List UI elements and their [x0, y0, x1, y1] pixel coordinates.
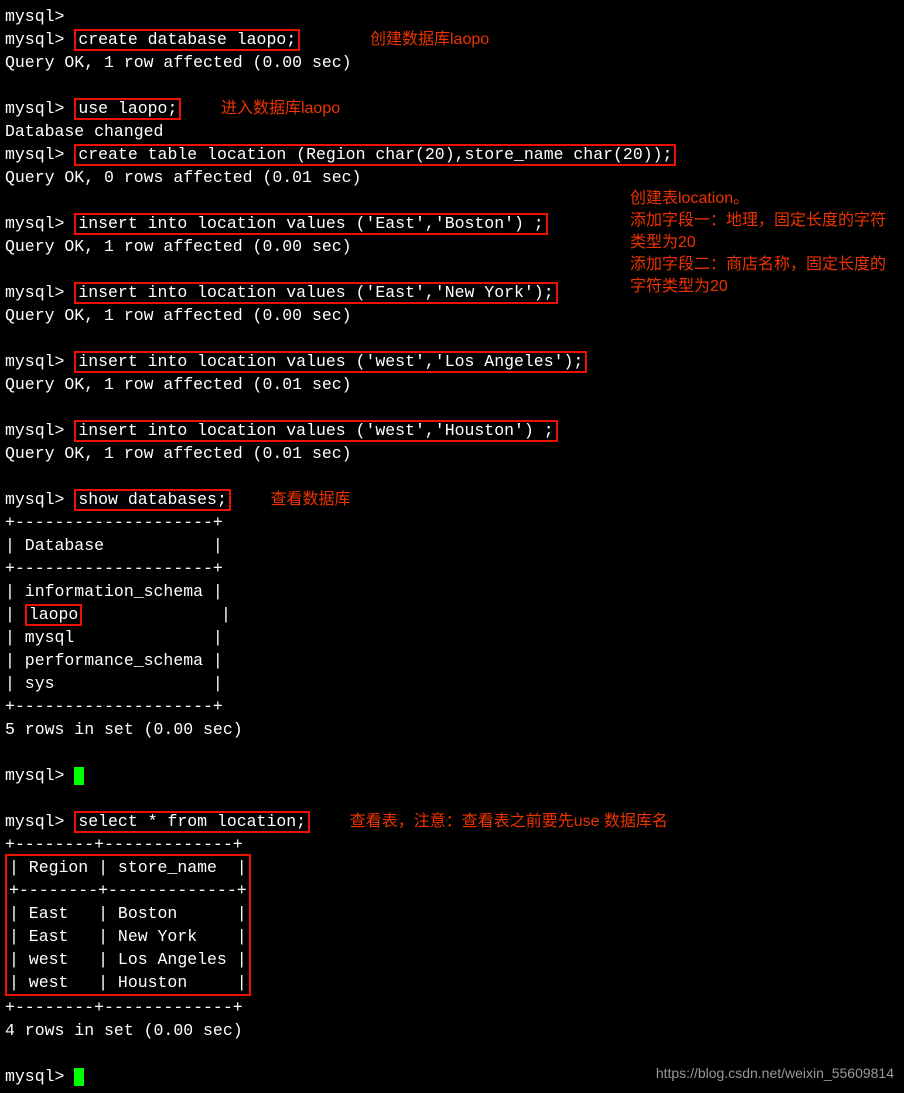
db-name-laopo: laopo	[25, 604, 83, 626]
cmd-insert3: insert into location values ('west','Los…	[74, 351, 587, 373]
tbl-row: | west | Houston |	[9, 971, 247, 994]
tbl-row: | East | New York |	[9, 925, 247, 948]
annotation-show-db: 查看数据库	[270, 491, 350, 508]
result-line: Query OK, 1 row affected (0.00 sec)	[5, 51, 899, 74]
result-line: Database changed	[5, 120, 899, 143]
tbl-row: | East | Boston |	[9, 902, 247, 925]
db-sep: +--------------------+	[5, 557, 899, 580]
prompt-line: mysql>	[5, 5, 899, 28]
cmd-show-db: show databases;	[74, 489, 231, 511]
table-output-box: | Region | store_name | +--------+------…	[5, 854, 251, 996]
cursor	[74, 767, 84, 785]
cmd-create-table: create table location (Region char(20),s…	[74, 144, 676, 166]
cmd-create-table-line: mysql> create table location (Region cha…	[5, 143, 899, 166]
cmd-select: select * from location;	[74, 811, 310, 833]
cmd-insert3-line: mysql> insert into location values ('wes…	[5, 350, 899, 373]
cmd-create-db: create database laopo;	[74, 29, 300, 51]
cmd-insert1: insert into location values ('East','Bos…	[74, 213, 547, 235]
result-line: Query OK, 0 rows affected (0.01 sec)	[5, 166, 899, 189]
prompt-line: mysql>	[5, 764, 899, 787]
tbl-sep: +--------+-------------+	[5, 996, 899, 1019]
cmd-insert2: insert into location values ('East','New…	[74, 282, 557, 304]
tbl-row: | west | Los Angeles |	[9, 948, 247, 971]
db-rows-count: 5 rows in set (0.00 sec)	[5, 718, 899, 741]
annotation-create-db: 创建数据库laopo	[370, 28, 489, 51]
tbl-header: | Region | store_name |	[9, 856, 247, 879]
annotation-select: 查看表，注意：查看表之前要先use 数据库名	[350, 813, 668, 830]
db-row: | mysql |	[5, 626, 899, 649]
db-sep: +--------------------+	[5, 695, 899, 718]
cmd-show-db-line: mysql> show databases; 查看数据库	[5, 488, 899, 511]
cmd-insert4-line: mysql> insert into location values ('wes…	[5, 419, 899, 442]
cursor	[74, 1068, 84, 1086]
cmd-select-line: mysql> select * from location; 查看表，注意：查看…	[5, 810, 899, 833]
cmd-create-db-line: mysql> create database laopo;创建数据库laopo	[5, 28, 899, 51]
annotation-use: 进入数据库laopo	[221, 100, 340, 117]
db-row-laopo: | laopo |	[5, 603, 899, 626]
db-row: | performance_schema |	[5, 649, 899, 672]
db-sep: +--------------------+	[5, 511, 899, 534]
result-line: Query OK, 1 row affected (0.01 sec)	[5, 373, 899, 396]
db-row: | information_schema |	[5, 580, 899, 603]
result-line: Query OK, 1 row affected (0.01 sec)	[5, 442, 899, 465]
annotation-create-table-block: 创建表location。 添加字段一：地理，固定长度的字符类型为20 添加字段二…	[630, 188, 890, 298]
tbl-sep: +--------+-------------+	[9, 879, 247, 902]
db-header: | Database |	[5, 534, 899, 557]
cmd-insert4: insert into location values ('west','Hou…	[74, 420, 557, 442]
db-row: | sys |	[5, 672, 899, 695]
result-line: Query OK, 1 row affected (0.00 sec)	[5, 304, 899, 327]
tbl-rows-count: 4 rows in set (0.00 sec)	[5, 1019, 899, 1042]
cmd-use: use laopo;	[74, 98, 181, 120]
tbl-sep: +--------+-------------+	[5, 833, 899, 856]
cmd-use-line: mysql> use laopo; 进入数据库laopo	[5, 97, 899, 120]
